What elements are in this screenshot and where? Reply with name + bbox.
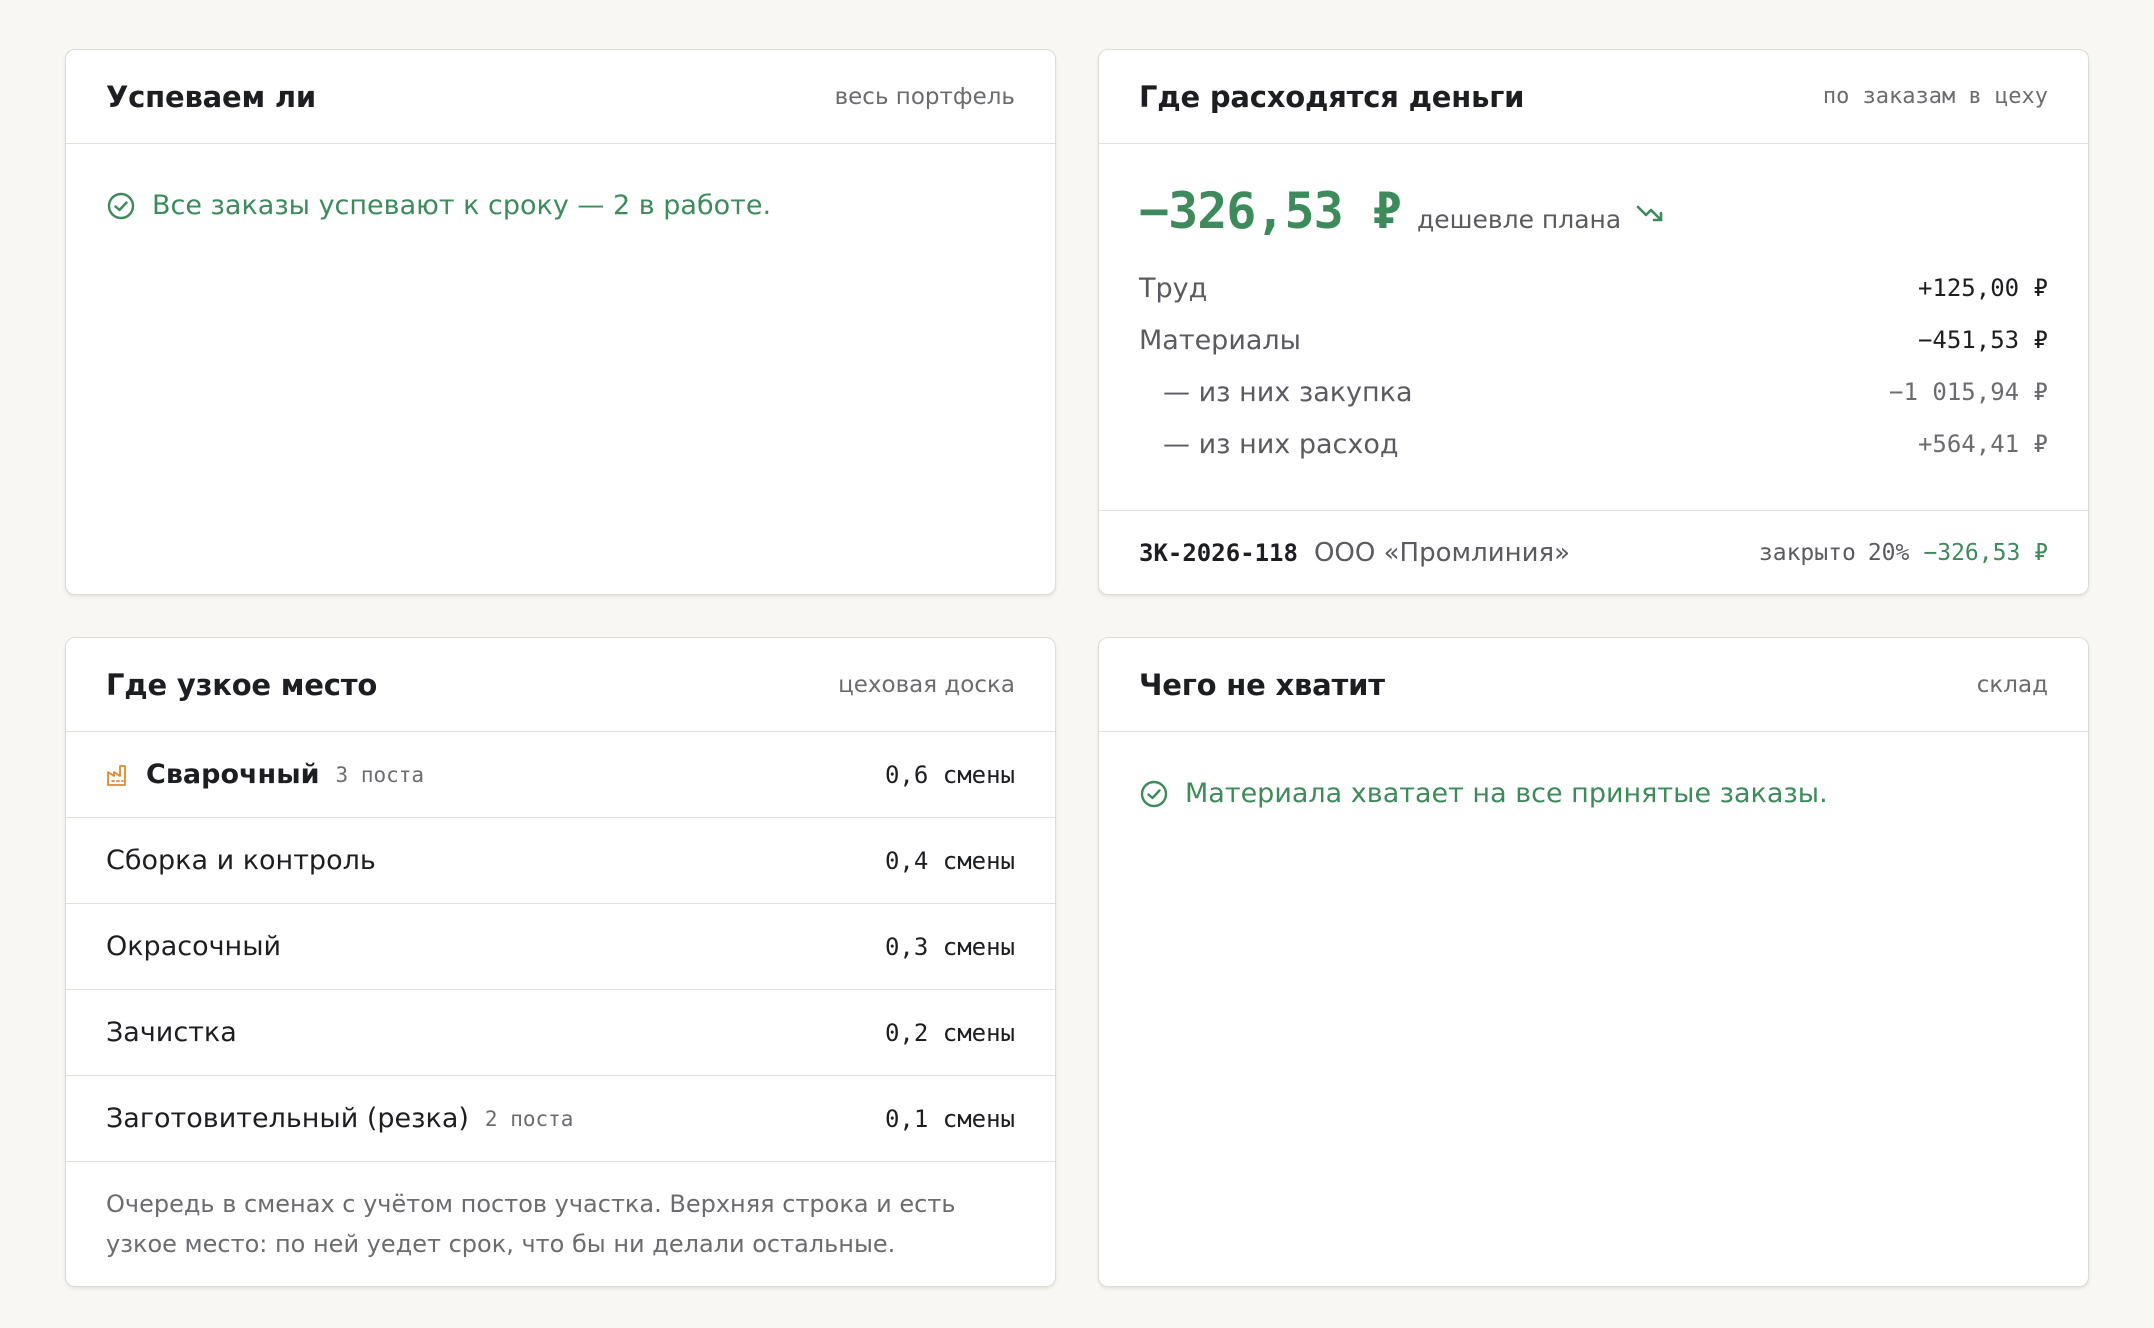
station-posts: 3 поста (335, 762, 425, 787)
closed-label: закрыто (1758, 539, 1856, 566)
bottleneck-row-left: Заготовительный (резка) 2 поста (106, 1103, 573, 1134)
card-title: Где расходятся деньги (1139, 79, 1525, 114)
status-text: Все заказы успевают к сроку — 2 в работе… (152, 190, 772, 221)
status-text: Материала хватает на все принятые заказы… (1185, 778, 1828, 809)
order-code[interactable]: ЗК-2026-118 (1139, 539, 1298, 567)
closed-percent: 20% (1867, 539, 1910, 566)
breakdown-label: Материалы (1139, 324, 1301, 356)
breakdown-value: +564,41 ₽ (1917, 430, 2048, 458)
breakdown-value: −451,53 ₽ (1917, 326, 2048, 354)
station-queue: 0,4 смены (884, 846, 1015, 875)
breakdown-label: — из них закупка (1163, 376, 1413, 408)
card-title: Успеваем ли (106, 79, 317, 114)
breakdown-row: Материалы −451,53 ₽ (1139, 314, 2048, 366)
total-row: −326,53 ₽ дешевле плана (1139, 182, 2048, 240)
bottleneck-row[interactable]: Зачистка 0,2 смены (66, 990, 1055, 1076)
bottleneck-row[interactable]: Сварочный 3 поста 0,6 смены (66, 732, 1055, 818)
dashboard-grid: Успеваем ли весь портфель Все заказы усп… (65, 49, 2089, 1287)
bottleneck-row-left: Сварочный 3 поста (106, 759, 424, 790)
on-time-card: Успеваем ли весь портфель Все заказы усп… (65, 49, 1056, 595)
card-subtitle: весь портфель (834, 83, 1015, 110)
breakdown-label: — из них расход (1163, 428, 1399, 460)
card-title: Чего не хватит (1139, 667, 1385, 702)
breakdown-value: +125,00 ₽ (1917, 274, 2048, 302)
total-caption: дешевле плана (1416, 205, 1622, 234)
bottleneck-card: Где узкое место цеховая доска Сварочный … (65, 637, 1056, 1287)
breakdown-row: — из них закупка −1 015,94 ₽ (1139, 366, 2048, 418)
breakdown-row: Труд +125,00 ₽ (1139, 262, 2048, 314)
order-progress: закрыто 20% −326,53 ₽ (1759, 540, 2048, 566)
bottleneck-row[interactable]: Сборка и контроль 0,4 смены (66, 818, 1055, 904)
order-client: ООО «Промлиния» (1313, 537, 1571, 568)
money-body: −326,53 ₽ дешевле плана Труд +125,00 ₽ М… (1099, 144, 2088, 470)
card-header: Где узкое место цеховая доска (66, 638, 1055, 732)
trend-down-icon (1636, 205, 1663, 222)
order-row[interactable]: ЗК-2026-118 ООО «Промлиния» закрыто 20% … (1099, 510, 2088, 594)
card-title: Где узкое место (106, 667, 378, 702)
on-time-status: Все заказы успевают к сроку — 2 в работе… (66, 144, 1055, 221)
card-header: Успеваем ли весь портфель (66, 50, 1055, 144)
station-posts: 2 поста (484, 1106, 574, 1131)
order-info: ЗК-2026-118 ООО «Промлиния» (1139, 538, 1570, 568)
breakdown-value: −1 015,94 ₽ (1889, 378, 2048, 406)
card-subtitle: по заказам в цеху (1822, 84, 2048, 109)
card-header: Где расходятся деньги по заказам в цеху (1099, 50, 2088, 144)
card-subtitle: склад (1976, 671, 2048, 698)
total-value: −326,53 ₽ (1139, 182, 1402, 240)
bottleneck-row-left: Окрасочный (106, 931, 281, 962)
station-queue: 0,6 смены (884, 760, 1015, 789)
factory-icon (107, 764, 126, 786)
station-name: Сварочный (146, 759, 320, 790)
bottleneck-row-left: Зачистка (106, 1017, 237, 1048)
check-circle-icon (107, 192, 135, 219)
bottleneck-note: Очередь в сменах с учётом постов участка… (106, 1190, 956, 1258)
shortage-card: Чего не хватит склад Материала хватает н… (1098, 637, 2089, 1287)
shortage-status: Материала хватает на все принятые заказы… (1099, 732, 2088, 809)
bottleneck-row[interactable]: Окрасочный 0,3 смены (66, 904, 1055, 990)
check-circle-icon (1140, 780, 1168, 807)
card-header: Чего не хватит склад (1099, 638, 2088, 732)
breakdown-row: — из них расход +564,41 ₽ (1139, 418, 2048, 470)
station-queue: 0,3 смены (884, 932, 1015, 961)
station-name: Заготовительный (резка) (106, 1103, 469, 1134)
station-name: Зачистка (106, 1017, 237, 1048)
bottleneck-row-left: Сборка и контроль (106, 845, 376, 876)
money-card: Где расходятся деньги по заказам в цеху … (1098, 49, 2089, 595)
station-queue: 0,1 смены (884, 1104, 1015, 1133)
bottleneck-row[interactable]: Заготовительный (резка) 2 поста 0,1 смен… (66, 1076, 1055, 1162)
order-delta: −326,53 ₽ (1923, 539, 2048, 566)
station-name: Окрасочный (106, 931, 282, 962)
station-name: Сборка и контроль (106, 845, 376, 876)
station-queue: 0,2 смены (884, 1018, 1015, 1047)
breakdown-list: Труд +125,00 ₽ Материалы −451,53 ₽ — из … (1139, 262, 2048, 470)
card-subtitle: цеховая доска (838, 671, 1015, 698)
breakdown-label: Труд (1139, 272, 1208, 304)
